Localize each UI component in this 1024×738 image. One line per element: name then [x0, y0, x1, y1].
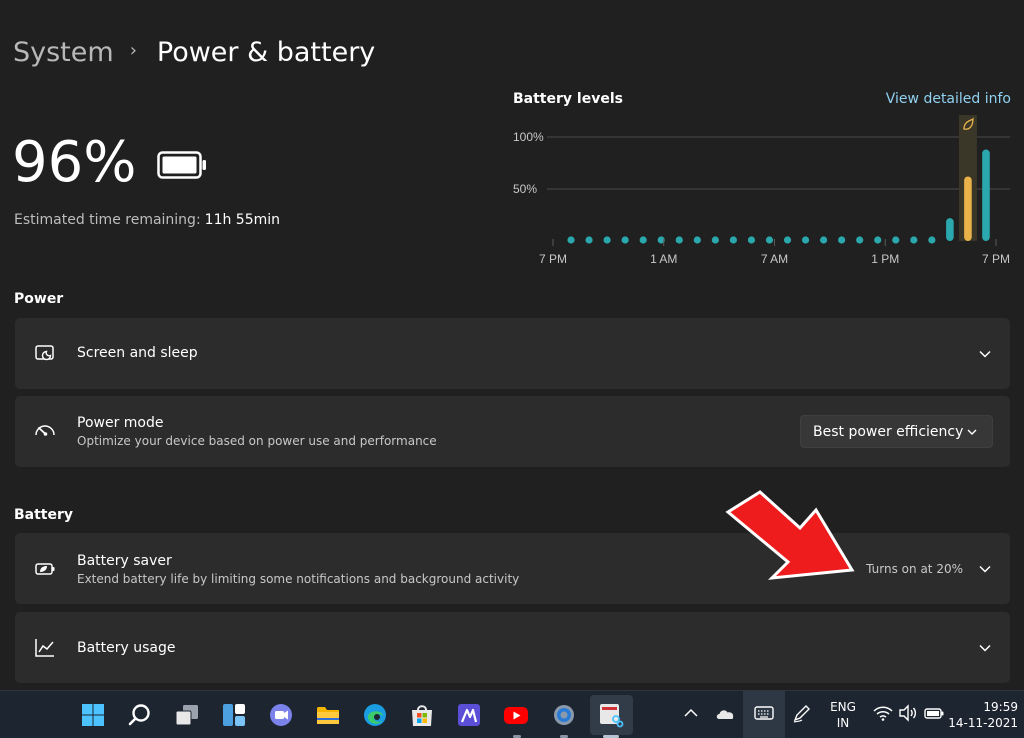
- battery-usage-card[interactable]: Battery usage: [15, 612, 1010, 683]
- battery-tray-icon[interactable]: [923, 702, 945, 724]
- battery-saver-subtitle: Extend battery life by limiting some not…: [77, 572, 520, 586]
- screen-and-sleep-title: Screen and sleep: [77, 345, 198, 361]
- search-icon[interactable]: [127, 702, 153, 728]
- chart-x-tick-label: 7 PM: [982, 252, 1010, 266]
- file-explorer-icon[interactable]: [315, 702, 341, 728]
- power-mode-card: Power mode Optimize your device based on…: [15, 396, 1010, 467]
- chart-bar: [982, 149, 990, 241]
- chart-bar: [928, 236, 936, 244]
- battery-saver-icon: [35, 563, 55, 575]
- power-mode-subtitle: Optimize your device based on power use …: [77, 434, 437, 448]
- volume-icon[interactable]: [897, 702, 919, 724]
- chevron-down-icon[interactable]: [978, 562, 992, 576]
- battery-percentage: 96%: [12, 130, 137, 195]
- taskbar: ENG IN 19:59 14-11-2021: [0, 690, 1024, 738]
- chart-bar: [621, 236, 629, 244]
- settings-icon[interactable]: [551, 702, 577, 728]
- chart-bar: [874, 236, 882, 244]
- battery-saver-title: Battery saver: [77, 553, 172, 569]
- chart-bar: [585, 236, 593, 244]
- chart-title: Battery levels: [513, 91, 623, 107]
- chart-bar: [783, 236, 792, 244]
- chart-bar: [838, 236, 846, 244]
- chart-bar: [693, 236, 701, 244]
- chart-y-tick-label: 100%: [513, 130, 544, 144]
- widgets-icon[interactable]: [221, 702, 247, 728]
- section-power: Power: [14, 291, 64, 307]
- snipping-tool-icon[interactable]: [598, 702, 624, 728]
- section-battery: Battery: [14, 507, 74, 523]
- chevron-down-icon[interactable]: [978, 347, 992, 361]
- chart-bar: [567, 236, 575, 244]
- chart-bar: [946, 218, 954, 241]
- chart-x-tick-label: 1 PM: [871, 252, 899, 266]
- chart-bar: [820, 236, 828, 244]
- chart-bar: [856, 236, 864, 244]
- chart-y-tick-label: 50%: [513, 182, 537, 196]
- taskbar-clock[interactable]: 19:59 14-11-2021: [948, 699, 1018, 731]
- battery-usage-title: Battery usage: [77, 640, 176, 656]
- store-icon[interactable]: [409, 702, 435, 728]
- clock-date: 14-11-2021: [948, 716, 1018, 730]
- chart-bar: [603, 236, 611, 244]
- estimated-time: Estimated time remaining: 11h 55min: [14, 212, 280, 228]
- chart-x-tick-label: 1 AM: [650, 252, 677, 266]
- onedrive-cloud-icon[interactable]: [714, 702, 736, 724]
- chart-bar: [910, 236, 918, 244]
- lang-line-2: IN: [836, 716, 850, 730]
- breadcrumb: System › Power & battery: [13, 30, 375, 74]
- estimated-time-value: 11h 55min: [204, 212, 281, 228]
- screen-and-sleep-card[interactable]: Screen and sleep: [15, 318, 1010, 389]
- task-view-icon[interactable]: [174, 702, 200, 728]
- wifi-icon[interactable]: [872, 702, 894, 724]
- chart-bar: [964, 176, 972, 241]
- battery-full-icon: [157, 151, 206, 179]
- chart-bar: [892, 236, 900, 244]
- chevron-down-icon: [967, 429, 977, 435]
- chart-bar: [801, 236, 810, 244]
- chart-x-tick-label: 7 AM: [761, 252, 788, 266]
- chart-x-tick-label: 7 PM: [539, 252, 567, 266]
- battery-usage-chart-icon: [35, 639, 54, 657]
- power-mode-selected: Best power efficiency: [813, 423, 964, 440]
- chart-bar: [675, 236, 683, 244]
- battery-levels-chart: 100% 50% 7 PM 1 AM 7 AM 1 PM 7 PM: [513, 115, 1010, 266]
- chart-bar: [747, 236, 756, 244]
- show-hidden-icons-chevron-up-icon[interactable]: [680, 702, 702, 724]
- power-mode-gauge-icon: [35, 425, 55, 436]
- edge-icon[interactable]: [362, 702, 388, 728]
- power-mode-dropdown[interactable]: Best power efficiency: [800, 415, 993, 448]
- chart-bar: [639, 236, 647, 244]
- breadcrumb-system-link[interactable]: System: [13, 37, 114, 68]
- pen-menu-icon[interactable]: [791, 702, 813, 724]
- page-title: Power & battery: [156, 36, 376, 68]
- power-mode-title: Power mode: [77, 415, 164, 431]
- breadcrumb-separator: ›: [129, 39, 137, 61]
- teams-chat-icon[interactable]: [268, 702, 294, 728]
- battery-saver-card[interactable]: Battery saver Extend battery life by lim…: [15, 533, 1010, 604]
- vscode-icon[interactable]: [456, 702, 482, 728]
- youtube-icon[interactable]: [503, 702, 529, 728]
- start-icon[interactable]: [80, 702, 106, 728]
- estimated-time-label: Estimated time remaining:: [14, 212, 201, 228]
- chart-bar: [729, 236, 737, 244]
- touch-keyboard-icon[interactable]: [753, 702, 775, 724]
- lang-line-1: ENG: [830, 700, 856, 714]
- chart-bar: [711, 236, 719, 244]
- chevron-down-icon[interactable]: [978, 641, 992, 655]
- screen-sleep-icon: [35, 345, 54, 361]
- red-arrow-annotation: [725, 490, 855, 580]
- chart-bar: [765, 236, 774, 244]
- battery-saver-status: Turns on at 20%: [866, 562, 963, 576]
- input-language-indicator[interactable]: ENG IN: [826, 699, 860, 731]
- clock-time: 19:59: [983, 700, 1018, 714]
- view-detailed-info-link[interactable]: View detailed info: [886, 91, 1011, 107]
